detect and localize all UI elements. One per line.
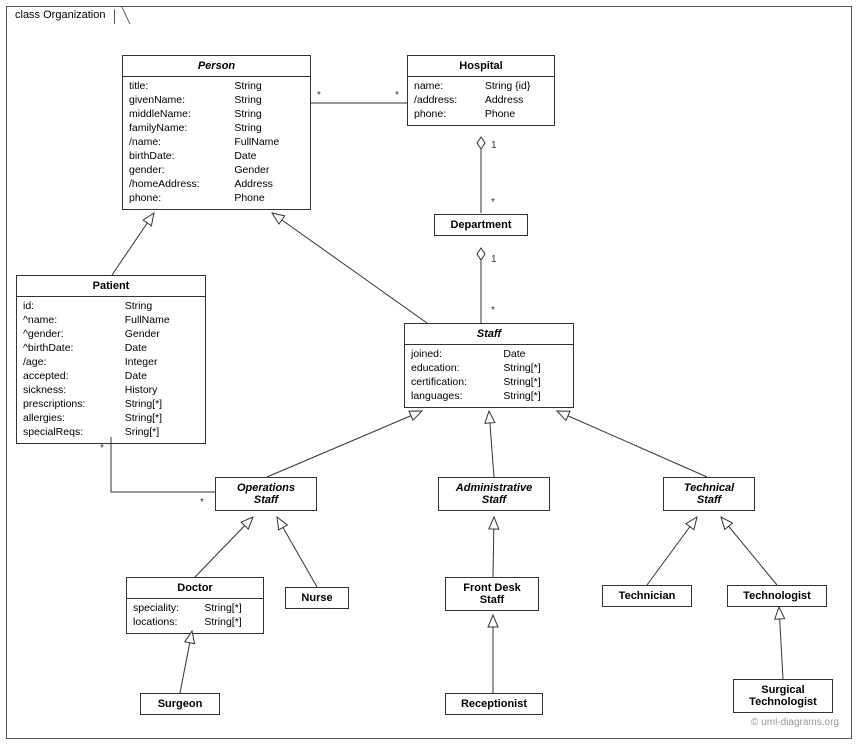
class-patient: Patient id:String ^name:FullName ^gender… [16, 275, 206, 444]
mult-dept-staff-one: 1 [491, 254, 497, 265]
class-receptionist: Receptionist [445, 693, 543, 715]
class-person: Person title:String givenName:String mid… [122, 55, 311, 210]
class-department: Department [434, 214, 528, 236]
class-front-desk-staff: Front DeskStaff [445, 577, 539, 611]
class-technologist: Technologist [727, 585, 827, 607]
mult-person-hospital-right: * [395, 90, 399, 101]
class-nurse: Nurse [285, 587, 349, 609]
copyright-text: © uml-diagrams.org [751, 717, 839, 728]
class-patient-name: Patient [93, 280, 130, 292]
frame-title-tab: class Organization [6, 6, 115, 24]
class-staff-body: joined:Date education:String[*] certific… [405, 345, 573, 407]
mult-hospital-dept-one: 1 [491, 140, 497, 151]
class-doctor: Doctor speciality:String[*] locations:St… [126, 577, 264, 634]
class-administrative-staff: AdministrativeStaff [438, 477, 550, 511]
class-hospital-body: name:String {id} /address:Address phone:… [408, 77, 554, 125]
class-staff-name: Staff [477, 328, 501, 340]
class-surgical-technologist: SurgicalTechnologist [733, 679, 833, 713]
class-surgeon: Surgeon [140, 693, 220, 715]
mult-person-hospital-left: * [317, 90, 321, 101]
class-hospital: Hospital name:String {id} /address:Addre… [407, 55, 555, 126]
class-person-body: title:String givenName:String middleName… [123, 77, 310, 209]
mult-patient-ops-top: * [100, 443, 104, 454]
mult-patient-ops-bottom: * [200, 497, 204, 508]
class-technical-staff: TechnicalStaff [663, 477, 755, 511]
class-operations-staff: OperationsStaff [215, 477, 317, 511]
mult-dept-staff-star: * [491, 305, 495, 316]
package-frame: class Organization Person title:String g… [6, 6, 852, 739]
class-staff: Staff joined:Date education:String[*] ce… [404, 323, 574, 408]
class-department-name: Department [450, 219, 511, 231]
mult-hospital-dept-star: * [491, 197, 495, 208]
class-doctor-body: speciality:String[*] locations:String[*] [127, 599, 263, 633]
class-patient-body: id:String ^name:FullName ^gender:Gender … [17, 297, 205, 443]
class-hospital-name: Hospital [459, 60, 502, 72]
class-technician: Technician [602, 585, 692, 607]
frame-title: class Organization [15, 9, 106, 21]
class-person-name: Person [198, 60, 235, 72]
